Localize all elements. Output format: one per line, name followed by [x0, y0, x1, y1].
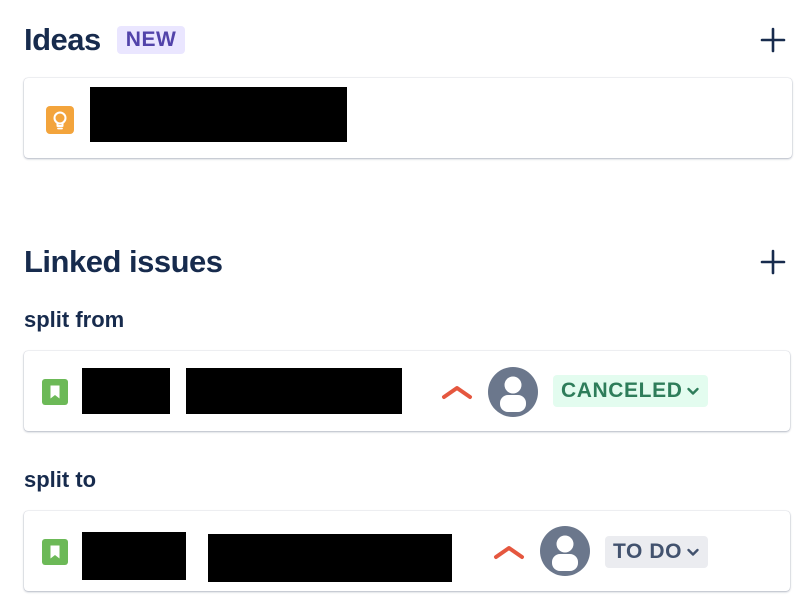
- issue-panel: Ideas NEW Linked issues split from CANCE…: [0, 0, 812, 606]
- avatar-default-icon: [500, 376, 526, 412]
- lightbulb-icon: [46, 106, 74, 134]
- redacted-idea-title: [90, 87, 347, 142]
- story-icon: [42, 539, 68, 565]
- plus-icon: [760, 249, 786, 275]
- new-badge: NEW: [116, 26, 186, 54]
- linked-issue-card[interactable]: TO DO: [24, 511, 790, 591]
- priority-high-icon: [442, 386, 472, 399]
- add-linked-issue-button[interactable]: [758, 247, 788, 277]
- link-type-split-to: split to: [24, 467, 97, 492]
- redacted-issue-key: [82, 368, 170, 414]
- chevron-down-icon: [687, 387, 700, 395]
- status-label: TO DO: [613, 540, 683, 563]
- ideas-header: Ideas NEW: [24, 20, 788, 60]
- add-idea-button[interactable]: [758, 25, 788, 55]
- linked-issues-title: Linked issues: [24, 244, 223, 279]
- plus-icon: [760, 27, 786, 53]
- status-label: CANCELED: [561, 379, 683, 402]
- priority-high-icon: [494, 546, 524, 559]
- story-icon: [42, 379, 68, 405]
- redacted-issue-summary: [186, 368, 402, 414]
- link-type-split-from: split from: [24, 307, 125, 332]
- assignee-avatar[interactable]: [540, 526, 590, 576]
- assignee-avatar[interactable]: [488, 367, 538, 417]
- avatar-default-icon: [552, 535, 578, 571]
- idea-card[interactable]: [24, 78, 792, 158]
- redacted-issue-summary: [208, 534, 452, 582]
- linked-issues-header: Linked issues: [24, 242, 788, 282]
- chevron-down-icon: [687, 548, 699, 556]
- status-dropdown[interactable]: TO DO: [605, 536, 709, 568]
- linked-issue-card[interactable]: CANCELED: [24, 351, 790, 431]
- status-dropdown[interactable]: CANCELED: [553, 375, 709, 407]
- ideas-title: Ideas: [24, 22, 101, 57]
- redacted-issue-key: [82, 532, 186, 580]
